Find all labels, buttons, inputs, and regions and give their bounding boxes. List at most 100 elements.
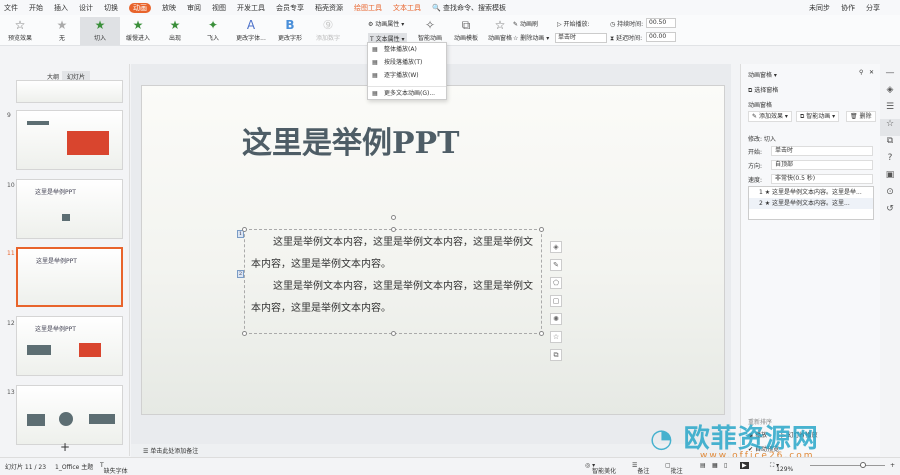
slide-thumb-8[interactable] [16,80,123,103]
layers-icon[interactable]: ◈ [550,241,562,253]
effect-fly-in[interactable]: ✦ 飞入 [193,17,233,45]
effect-cut-in[interactable]: ★ 切入 [80,17,120,45]
comment-button[interactable]: ▢ 批注 [665,462,683,475]
menu-item-play-by-letter[interactable]: 逐字播放(W) [368,69,446,82]
animation-item[interactable]: 1 ★ 这里是举例文本内容。这里是举... [749,187,873,198]
delete-anim-button[interactable]: ☆ 删除动画 ▾ [513,33,549,42]
label: 动画窗格 [487,35,512,42]
animation-icon[interactable]: ☆ [880,119,900,136]
history-icon[interactable]: ↺ [880,204,900,221]
resize-handle[interactable] [391,331,396,336]
settings-sliders-icon[interactable]: ☰ [880,102,900,119]
search-box[interactable]: 🔍 查找命令、搜索模板 [432,3,506,13]
paragraph: 这里是举例文本内容，这里是举例文本内容，这里是举例文本内容，这里是举例文本内容。 [251,281,533,314]
menu-item-home[interactable]: 开始 [29,3,43,13]
border-icon[interactable]: ▢ [550,295,562,307]
resize-handle[interactable] [242,331,247,336]
text-box[interactable]: 1 2 这里是举例文本内容，这里是举例文本内容，这里是举例文本内容，这里是举例文… [237,215,544,336]
star-icon: ★ [56,18,68,32]
effect-change-font[interactable]: A 更改字体... [231,17,271,45]
missing-font-button[interactable]: T 缺失字体 [100,462,128,475]
slide-thumb-12[interactable]: 这里是举例PPT [16,316,123,376]
zoom-in-icon[interactable]: + [890,462,895,469]
slide-thumb-13[interactable] [16,385,123,445]
image-icon[interactable]: ▣ [880,170,900,187]
menu-item-text-tools[interactable]: 文本工具 [393,3,421,13]
menu-item-member[interactable]: 会员专享 [276,3,304,13]
menu-item-animation[interactable]: 动画 [129,2,151,13]
resize-handle[interactable] [539,227,544,232]
menu-item-slideshow[interactable]: 放映 [162,3,176,13]
menu-item-review[interactable]: 审阅 [187,3,201,13]
share-button[interactable]: 分享 [866,3,880,13]
resize-handle[interactable] [242,227,247,232]
notes-area[interactable]: ☰ 单击此处添加备注 [131,444,731,457]
zoom-slider[interactable] [810,465,885,466]
menu-item-resources[interactable]: 稻壳资源 [315,3,343,13]
notes-button[interactable]: ☰ 备注 [632,462,649,475]
format-icon[interactable]: ⧉ [550,349,562,361]
menu-item-play-by-paragraph[interactable]: 按段落播放(T) [368,56,446,69]
pin-icon[interactable]: ⚲ [859,69,863,76]
select-pane-button[interactable]: ⧉ 选择窗格 [748,85,778,95]
delete-button[interactable]: 🗑 删除 [846,111,876,122]
view-normal-icon[interactable]: ▤ [700,462,706,469]
transition-icon[interactable]: ⧉ [880,136,900,153]
effect-change-style[interactable]: B 更改字形 [270,17,310,45]
slide-title[interactable]: 这里是举例PPT [242,118,459,162]
collapse-icon[interactable]: — [880,68,900,85]
add-effect-button[interactable]: ✎ 添加效果 ▾ [748,111,792,122]
start-select[interactable]: 单击时 [771,146,873,156]
menu-item-play-whole[interactable]: 整体播放(A) [368,43,446,56]
anim-tag-2[interactable]: 2 [237,270,244,278]
help-icon[interactable]: ? [880,153,900,170]
collab-button[interactable]: 协作 [841,3,855,13]
menu-item-design[interactable]: 设计 [79,3,93,13]
shape-icon[interactable]: ◈ [880,85,900,102]
zoom-level[interactable]: ⛶ 129% ▾ [770,462,793,473]
anim-props-button[interactable]: ⚙ 动画属性 ▾ [368,19,404,28]
slide-thumb-9[interactable] [16,110,123,170]
slide-thumb-10[interactable]: 这里是举例PPT [16,179,123,239]
resize-handle[interactable] [391,227,396,232]
slide-thumb-11[interactable]: 这里是举例PPT [16,247,123,307]
menu-item-file[interactable]: 文件 [4,3,18,13]
view-sorter-icon[interactable]: ▦ [712,462,718,469]
fill-icon[interactable]: ⬠ [550,277,562,289]
menu-item-drawing-tools[interactable]: 绘图工具 [354,3,382,13]
close-icon[interactable]: ✕ [869,69,874,76]
smart-anim-button[interactable]: ⧉ 智能动画 ▾ [796,111,840,122]
pen-icon[interactable]: ✎ [550,259,562,271]
menu-item-view[interactable]: 视图 [212,3,226,13]
add-slide-button[interactable]: + [60,440,70,454]
sync-button[interactable]: 未同步 [809,3,830,13]
preview-effect-button[interactable]: ☆ 预览效果 [0,17,40,45]
direction-select[interactable]: 自顶部 [771,160,873,170]
zoom-slider-thumb[interactable] [860,462,866,468]
menu-item-more-text-anim[interactable]: 更多文本动画(G)... [368,86,446,100]
light-icon[interactable]: ✺ [550,313,562,325]
menu-item-transition[interactable]: 切换 [104,3,118,13]
effect-none[interactable]: ★ 无 [42,17,82,45]
delay-input[interactable]: 00.00 [646,32,676,42]
effect-add-number[interactable]: ⑨ 添加数字 [308,17,348,45]
slide-canvas[interactable]: 这里是举例PPT 1 2 这里是举例文本内容，这里是举例文本内容，这里是举例文本… [141,85,725,415]
menu-item-devtools[interactable]: 开发工具 [237,3,265,13]
view-reading-icon[interactable]: ▯ [724,462,727,469]
location-icon[interactable]: ⊙ [880,187,900,204]
anim-brush-button[interactable]: ✎ 动画刷 [513,19,538,28]
beautify-button[interactable]: ◎ 智能美化 ▾ [585,462,616,475]
resize-handle[interactable] [539,331,544,336]
anim-icon[interactable]: ☆ [550,331,562,343]
menu-item-insert[interactable]: 插入 [54,3,68,13]
speed-select[interactable]: 非常快(0.5 秒) [771,174,873,184]
animation-item[interactable]: 2 ★ 这里是举例文本内容。这里... [749,198,873,209]
effect-slow-in[interactable]: ★ 缓慢进入 [118,17,158,45]
rotate-handle[interactable] [391,215,396,220]
start-select[interactable]: 单击时 [555,33,607,43]
smart-anim-button[interactable]: ✧ 智能动画 [410,17,450,45]
thumb-title: 这里是举例PPT [35,189,76,196]
effect-appear[interactable]: ★ 出现 [155,17,195,45]
duration-input[interactable]: 00.50 [646,18,676,28]
play-slideshow-button[interactable]: ▶ [740,462,749,469]
